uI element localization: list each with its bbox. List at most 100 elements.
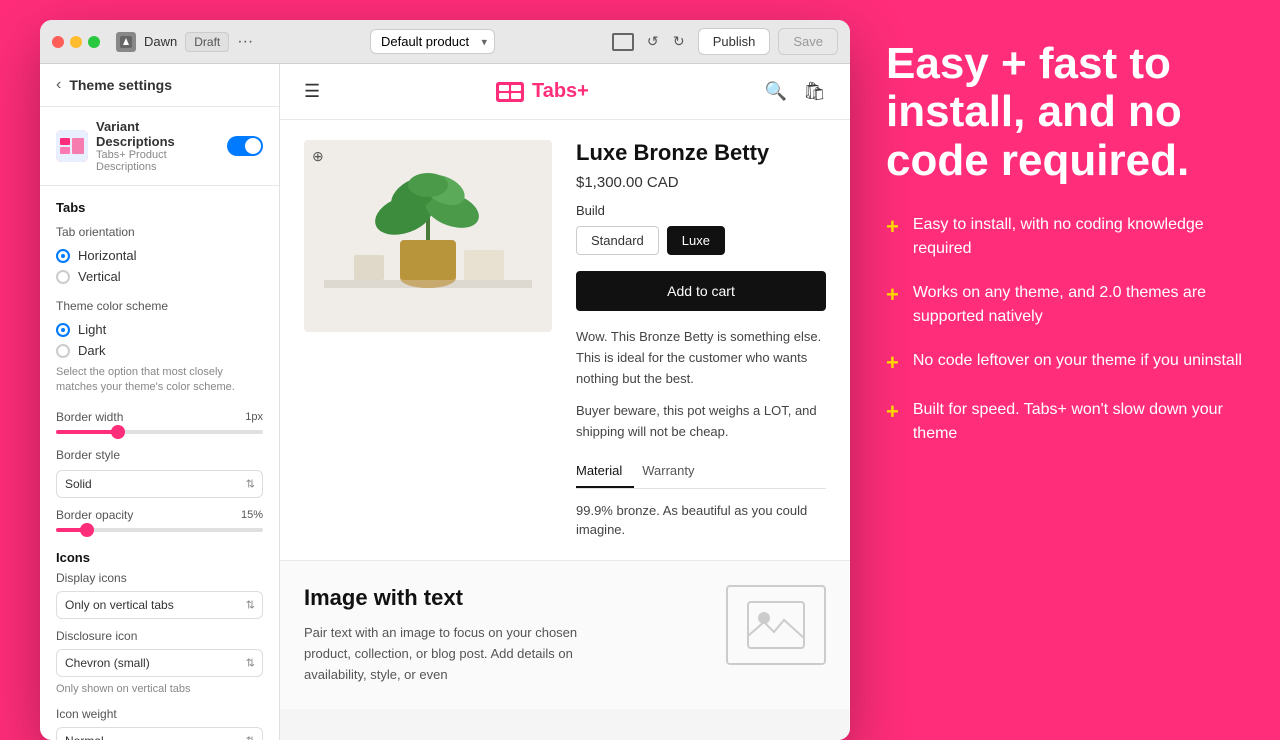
back-arrow-icon[interactable]: ‹ — [56, 76, 61, 94]
variant-name: Variant Descriptions — [96, 119, 219, 149]
border-style-label: Border style — [40, 444, 279, 466]
product-price: $1,300.00 CAD — [576, 174, 826, 191]
image-text-title: Image with text — [304, 585, 710, 611]
border-opacity-label: Border opacity — [56, 508, 133, 522]
border-width-label: Border width — [56, 410, 123, 424]
horizontal-label: Horizontal — [78, 248, 137, 263]
sidebar: ‹ Theme settings Variant Descriptions — [40, 64, 280, 740]
horizontal-radio[interactable] — [56, 249, 70, 263]
mac-window: Dawn Draft ··· Default product ↺ ↻ Publi… — [40, 20, 850, 740]
preview-inner: ☰ Tabs+ — [280, 64, 850, 709]
minimize-button[interactable] — [70, 36, 82, 48]
color-scheme-label: Theme color scheme — [40, 289, 279, 317]
store-name: Dawn — [144, 34, 177, 49]
variant-desc-section: Variant Descriptions Tabs+ Product Descr… — [40, 107, 279, 186]
light-radio[interactable] — [56, 323, 70, 337]
icon-weight-select-wrap: Normal — [40, 723, 279, 740]
image-text-section: Image with text Pair text with an image … — [280, 560, 850, 709]
disclosure-icon-select[interactable]: Chevron (small) — [56, 649, 263, 677]
image-text-inner: Image with text Pair text with an image … — [304, 585, 826, 685]
variant-desc-row: Variant Descriptions Tabs+ Product Descr… — [56, 119, 263, 173]
plus-icon-2: + — [886, 281, 899, 310]
display-icons-label: Display icons — [40, 565, 279, 587]
only-vertical-note: Only shown on vertical tabs — [40, 681, 279, 701]
tab-warranty[interactable]: Warranty — [642, 455, 706, 488]
icon-weight-select[interactable]: Normal — [56, 727, 263, 740]
border-opacity-value: 15% — [241, 509, 263, 521]
main-content: ‹ Theme settings Variant Descriptions — [40, 64, 850, 740]
add-to-cart-button[interactable]: Add to cart — [576, 271, 826, 311]
image-text-body: Pair text with an image to focus on your… — [304, 623, 584, 685]
border-width-track — [56, 430, 263, 434]
disclosure-icon-label: Disclosure icon — [40, 623, 279, 645]
save-button[interactable]: Save — [778, 28, 838, 55]
vertical-radio[interactable] — [56, 270, 70, 284]
border-style-select[interactable]: Solid — [56, 470, 263, 498]
display-icons-select[interactable]: Only on vertical tabs — [56, 591, 263, 619]
build-label: Build — [576, 203, 826, 218]
cart-icon[interactable]: 🛍 — [803, 81, 826, 102]
disclosure-icon-select-wrap: Chevron (small) — [40, 645, 279, 681]
product-section: ⊕ — [280, 120, 850, 560]
product-image: ⊕ — [304, 140, 552, 332]
more-options-button[interactable]: ··· — [237, 33, 253, 51]
display-icons-select-wrap: Only on vertical tabs — [40, 587, 279, 623]
icons-label: Icons — [56, 550, 263, 565]
dark-radio[interactable] — [56, 344, 70, 358]
header-icons: 🔍 🛍 — [765, 81, 826, 102]
preview-icon[interactable] — [612, 33, 634, 51]
product-details: Luxe Bronze Betty $1,300.00 CAD Build St… — [576, 140, 826, 540]
shopify-icon — [116, 32, 136, 52]
preview-area: ☰ Tabs+ — [280, 64, 850, 740]
icons-section: Icons — [40, 542, 279, 565]
sidebar-title: Theme settings — [69, 77, 172, 93]
right-panel: Easy + fast to install, and no code requ… — [850, 0, 1280, 720]
theme-select[interactable]: Default product — [370, 29, 495, 54]
zoom-icon[interactable]: ⊕ — [312, 148, 324, 165]
tab-content: 99.9% bronze. As beautiful as you could … — [576, 501, 826, 540]
draft-badge: Draft — [185, 32, 229, 52]
feature-text-3: No code leftover on your theme if you un… — [913, 349, 1242, 373]
luxe-variant-button[interactable]: Luxe — [667, 226, 725, 255]
search-icon[interactable]: 🔍 — [765, 81, 787, 102]
store-header: ☰ Tabs+ — [280, 64, 850, 120]
publish-button[interactable]: Publish — [698, 28, 771, 55]
fullscreen-button[interactable] — [88, 36, 100, 48]
feature-item-4: + Built for speed. Tabs+ won't slow down… — [886, 398, 1244, 446]
variant-info: Variant Descriptions Tabs+ Product Descr… — [96, 119, 219, 173]
plus-icon-3: + — [886, 349, 899, 378]
redo-button[interactable]: ↻ — [668, 31, 690, 53]
plus-icon-1: + — [886, 213, 899, 242]
store-logo: Tabs+ — [496, 80, 589, 103]
horizontal-radio-item[interactable]: Horizontal — [56, 245, 263, 266]
tab-material[interactable]: Material — [576, 455, 634, 488]
variant-icon — [56, 130, 88, 162]
undo-redo-group: ↺ ↻ — [642, 31, 690, 53]
dark-radio-item[interactable]: Dark — [56, 340, 263, 361]
plus-icon-4: + — [886, 398, 899, 427]
headline: Easy + fast to install, and no code requ… — [886, 40, 1244, 185]
border-opacity-row: Border opacity 15% — [56, 508, 263, 522]
variant-toggle[interactable] — [227, 136, 263, 156]
feature-item-3: + No code leftover on your theme if you … — [886, 349, 1244, 378]
variant-buttons: Standard Luxe — [576, 226, 826, 255]
undo-button[interactable]: ↺ — [642, 31, 664, 53]
product-desc-1: Wow. This Bronze Betty is something else… — [576, 327, 826, 389]
image-text-content: Image with text Pair text with an image … — [304, 585, 710, 685]
border-width-section: Border width 1px — [40, 404, 279, 444]
border-opacity-track — [56, 528, 263, 532]
product-desc-2: Buyer beware, this pot weighs a LOT, and… — [576, 401, 826, 443]
close-button[interactable] — [52, 36, 64, 48]
tab-orientation-label: Tab orientation — [40, 221, 279, 243]
vertical-radio-item[interactable]: Vertical — [56, 266, 263, 287]
light-radio-item[interactable]: Light — [56, 319, 263, 340]
border-opacity-section: Border opacity 15% — [40, 502, 279, 542]
title-bar: Dawn Draft ··· Default product ↺ ↻ Publi… — [40, 20, 850, 64]
features-list: + Easy to install, with no coding knowle… — [886, 213, 1244, 446]
standard-variant-button[interactable]: Standard — [576, 226, 659, 255]
feature-text-2: Works on any theme, and 2.0 themes are s… — [913, 281, 1244, 329]
tabs-section-label: Tabs — [40, 186, 279, 221]
icon-weight-label: Icon weight — [40, 701, 279, 723]
hamburger-icon[interactable]: ☰ — [304, 81, 320, 102]
color-scheme-group: Light Dark — [40, 317, 279, 363]
